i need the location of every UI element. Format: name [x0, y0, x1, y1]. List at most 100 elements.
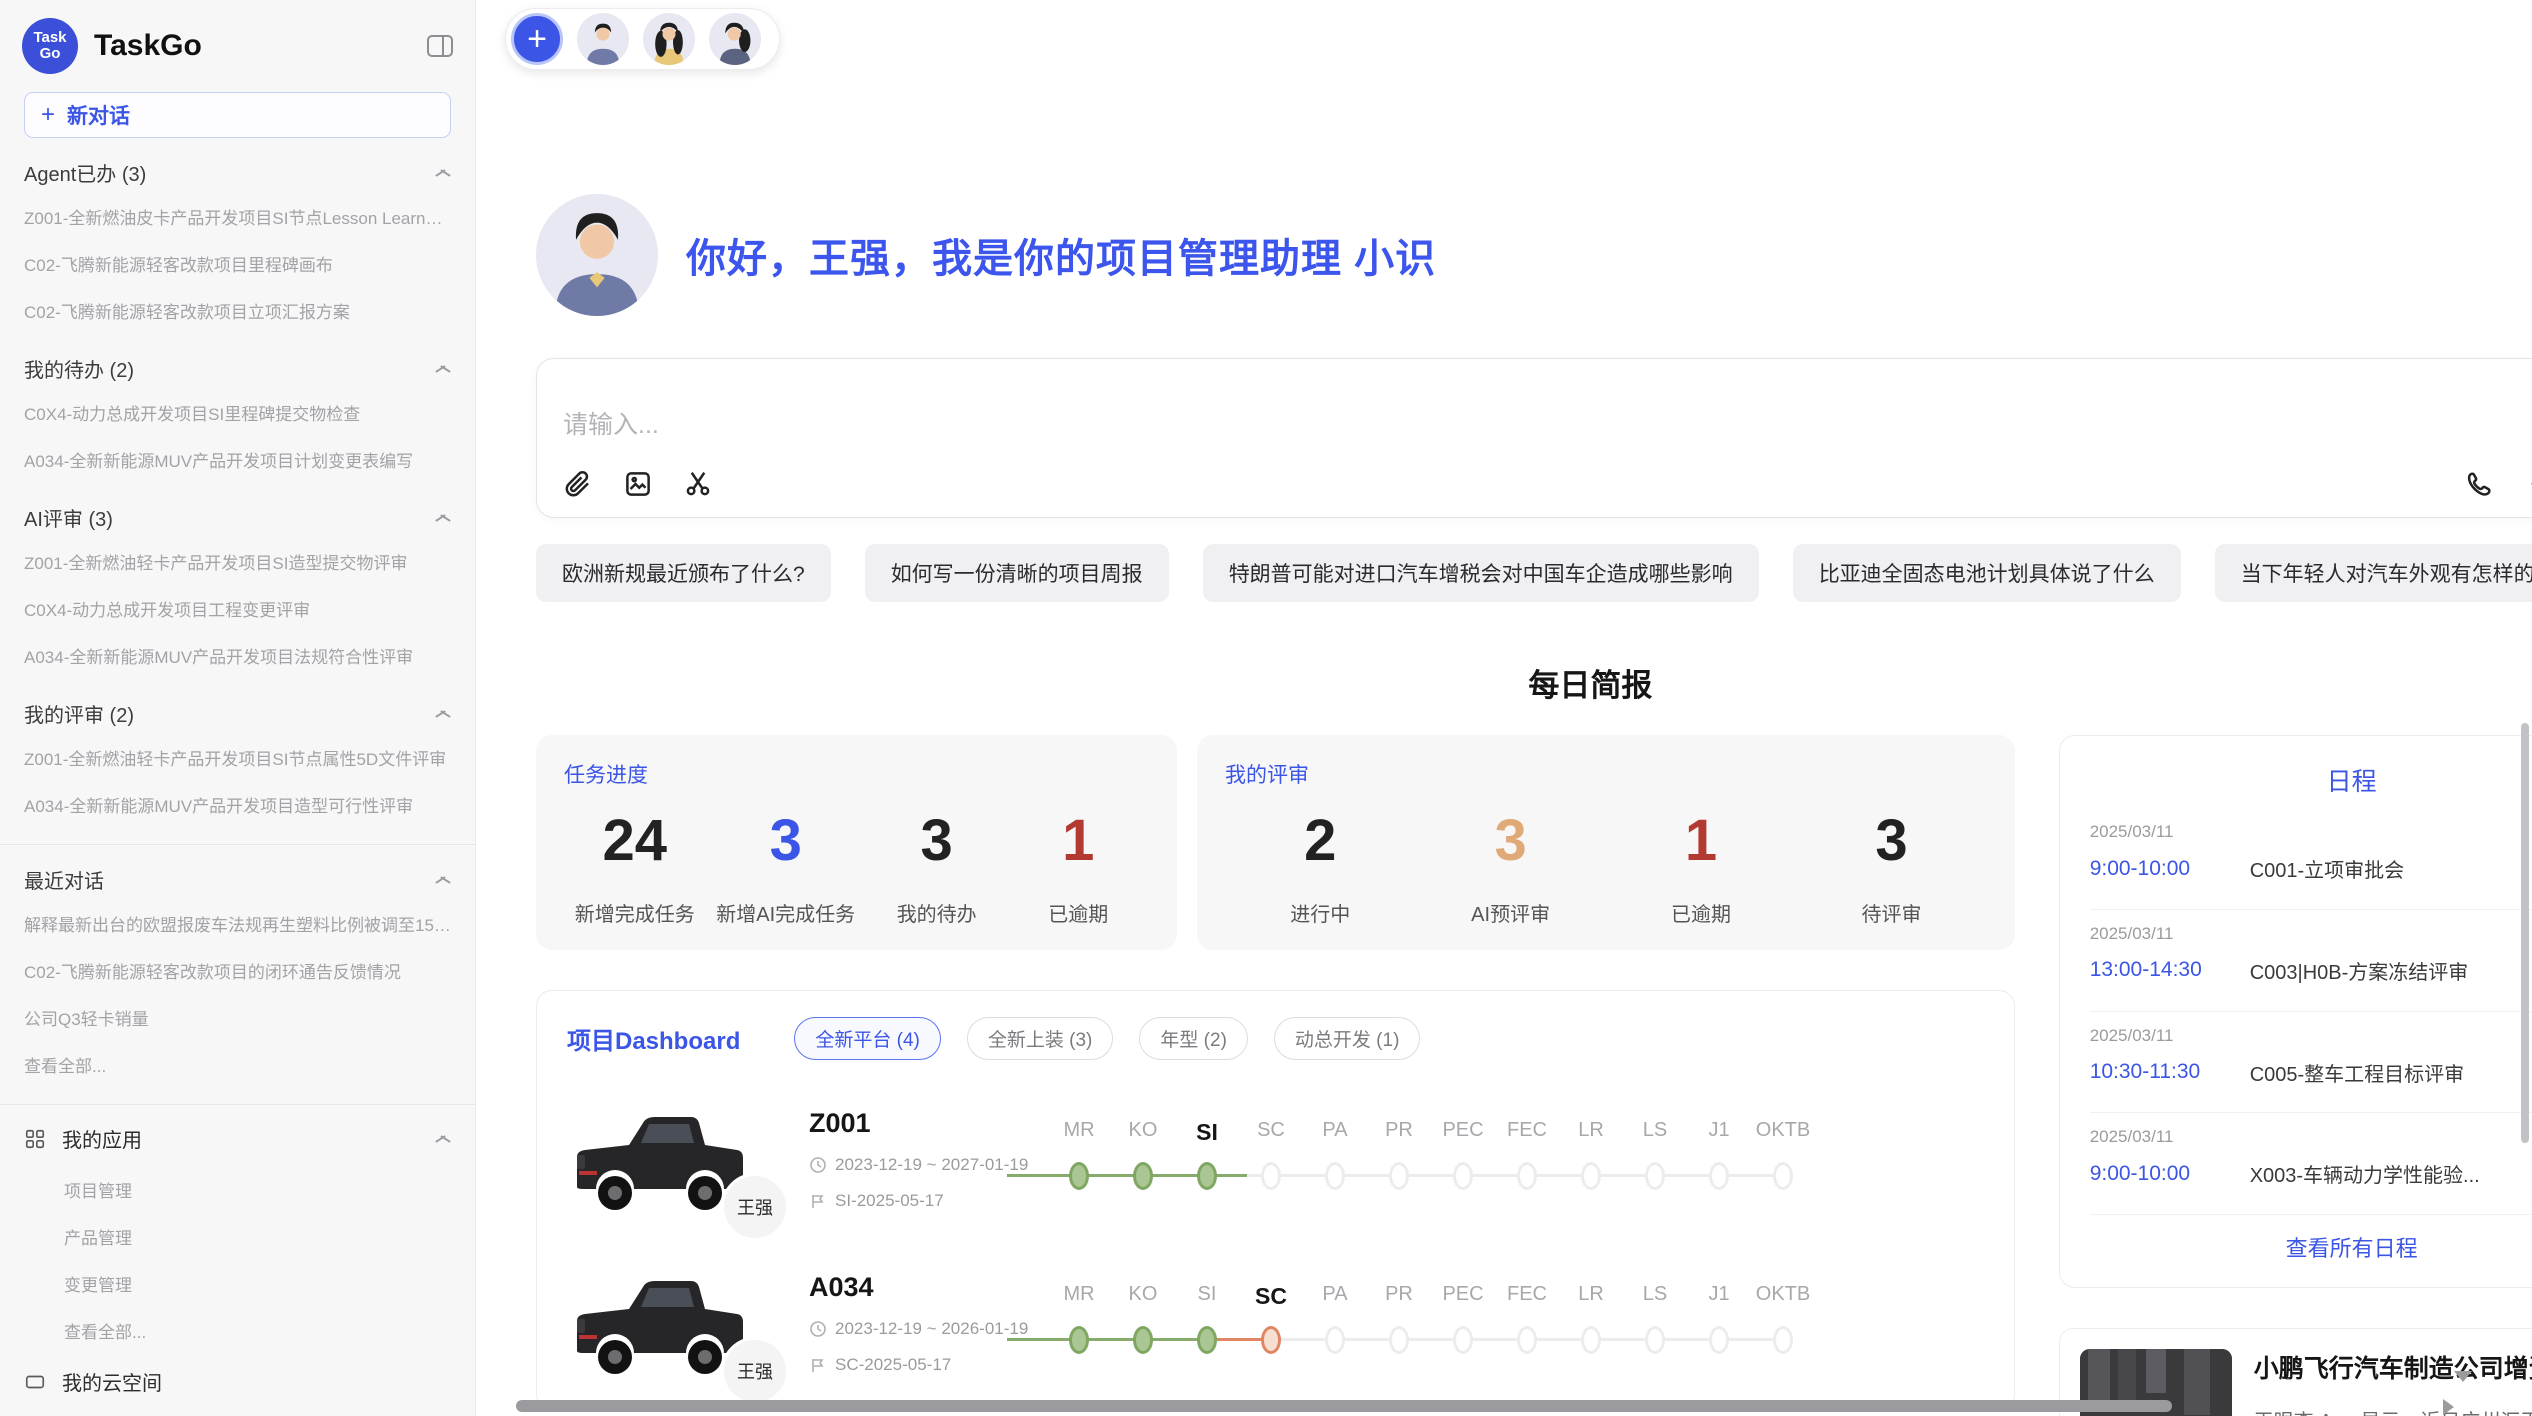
collapse-sidebar-icon[interactable] [427, 35, 453, 57]
task-progress-card: 任务进度 24新增完成任务 3新增AI完成任务 3我的待办 1已逾期 [536, 735, 1177, 950]
project-code: Z001 [809, 1108, 1047, 1139]
project-thumbnail: 王强 [567, 1095, 753, 1223]
chevron-up-icon[interactable] [435, 875, 451, 884]
divider [0, 1104, 475, 1105]
suggestion-chip[interactable]: 欧洲新规最近颁布了什么? [536, 544, 831, 602]
recent-chat-item[interactable]: 解释最新出台的欧盟报废车法规再生塑料比例被调至15%... [22, 900, 453, 947]
schedule-item: 2025/03/11 9:00-10:00 X003-车辆动力学性能验... 加… [2090, 1113, 2532, 1215]
project-info: Z001 2023-12-19 ~ 2027-01-19 SI-2025-05-… [809, 1108, 1047, 1211]
milestone-timeline: MRKOSISCPAPRPECFECLRLSJ1OKTB [1047, 1119, 1984, 1200]
scroll-down-arrow-icon[interactable] [2454, 1371, 2472, 1382]
add-assistant-button[interactable]: + [511, 13, 563, 65]
content-columns: 任务进度 24新增完成任务 3新增AI完成任务 3我的待办 1已逾期 我的评审 … [536, 735, 2532, 1416]
input-toolbar-left [563, 469, 713, 499]
sidebar-task-item[interactable]: A034-全新新能源MUV产品开发项目造型可行性评审 [22, 781, 453, 828]
greeting-title: 你好，王强，我是你的项目管理助理 小识 [686, 226, 1436, 284]
assistant-avatar-1[interactable] [577, 13, 629, 65]
section-my-todo[interactable]: 我的待办 (2) [24, 354, 451, 383]
project-owner-badge: 王强 [721, 1337, 789, 1405]
view-all-schedule-link[interactable]: 查看所有日程 [2090, 1215, 2532, 1269]
sidebar-task-item[interactable]: C0X4-动力总成开发项目工程变更评审 [22, 585, 453, 632]
greeting-block: 你好，王强，我是你的项目管理助理 小识 [536, 194, 2532, 316]
filter-new-top[interactable]: 全新上装 (3) [967, 1017, 1114, 1060]
vertical-scrollbar [2521, 0, 2529, 1416]
clock-icon [809, 1320, 827, 1338]
chevron-up-icon[interactable] [435, 168, 451, 177]
sidebar-task-item[interactable]: C0X4-动力总成开发项目SI里程碑提交物检查 [22, 389, 453, 436]
horizontal-scrollbar-thumb[interactable] [516, 1400, 2172, 1412]
project-dashboard-card: 项目Dashboard 全新平台 (4) 全新上装 (3) 年型 (2) 动总开… [536, 990, 2015, 1410]
app-title: TaskGo [94, 29, 427, 63]
stat-overdue: 1已逾期 [1018, 807, 1138, 927]
assistant-switcher: + [505, 8, 780, 70]
project-thumbnail: 王强 [567, 1259, 753, 1387]
avatar-male-icon [536, 194, 658, 316]
sidebar-task-item[interactable]: A034-全新新能源MUV产品开发项目法规符合性评审 [22, 632, 453, 679]
filter-year-model[interactable]: 年型 (2) [1139, 1017, 1248, 1060]
sidebar-task-item[interactable]: Z001-全新燃油皮卡产品开发项目SI节点Lesson Learn报告 [22, 193, 453, 240]
assistant-avatar-2[interactable] [643, 13, 695, 65]
vertical-scrollbar-thumb[interactable] [2521, 723, 2529, 1143]
suggestion-chip[interactable]: 如何写一份清晰的项目周报 [865, 544, 1169, 602]
sidebar-task-item[interactable]: Z001-全新燃油轻卡产品开发项目SI造型提交物评审 [22, 538, 453, 585]
recent-chat-item[interactable]: 公司Q3轻卡销量 [22, 994, 453, 1041]
sidebar-item-project-mgmt[interactable]: 项目管理 [22, 1166, 453, 1213]
filter-powertrain[interactable]: 动总开发 (1) [1274, 1017, 1421, 1060]
chevron-up-icon[interactable] [435, 513, 451, 522]
screenshot-scissors-icon[interactable] [683, 469, 713, 499]
project-row[interactable]: 王强 A034 2023-12-19 ~ 2026-01-19 SC-2025-… [567, 1258, 1984, 1388]
stat-overdue: 1已逾期 [1641, 807, 1761, 927]
suggestion-chip[interactable]: 当下年轻人对汽车外观有怎样的喜好趋势 [2215, 544, 2532, 602]
section-my-review[interactable]: 我的评审 (2) [24, 699, 451, 728]
plus-icon: + [41, 101, 55, 129]
stat-cards: 任务进度 24新增完成任务 3新增AI完成任务 3我的待办 1已逾期 我的评审 … [536, 735, 2015, 950]
voice-call-phone-icon[interactable] [2464, 469, 2494, 499]
sidebar-item-favorites[interactable]: 我的收藏 [22, 1409, 453, 1416]
cloud-space-icon [24, 1371, 46, 1393]
project-row[interactable]: 王强 Z001 2023-12-19 ~ 2027-01-19 SI-2025-… [567, 1094, 1984, 1224]
sidebar-item-change-mgmt[interactable]: 变更管理 [22, 1260, 453, 1307]
project-info: A034 2023-12-19 ~ 2026-01-19 SC-2025-05-… [809, 1272, 1047, 1375]
sidebar-task-item[interactable]: C02-飞腾新能源轻客改款项目里程碑画布 [22, 240, 453, 287]
dashboard-header: 项目Dashboard 全新平台 (4) 全新上装 (3) 年型 (2) 动总开… [567, 1017, 1984, 1060]
chevron-up-icon[interactable] [435, 709, 451, 718]
recent-chat-item[interactable]: C02-飞腾新能源轻客改款项目的闭环通告反馈情况 [22, 947, 453, 994]
sidebar-task-item[interactable]: A034-全新新能源MUV产品开发项目计划变更表编写 [22, 436, 453, 483]
stat-new-done: 24新增完成任务 [575, 807, 695, 927]
sidebar: Task Go TaskGo + 新对话 Agent已办 (3) Z001-全新… [0, 0, 476, 1416]
dashboard-title: 项目Dashboard [567, 1021, 740, 1056]
image-upload-icon[interactable] [623, 469, 653, 499]
logo-line2: Go [40, 46, 61, 62]
chat-input[interactable] [563, 381, 2532, 469]
sidebar-task-item[interactable]: C02-飞腾新能源轻客改款项目立项汇报方案 [22, 287, 453, 334]
sidebar-item-view-all-apps[interactable]: 查看全部... [22, 1307, 453, 1354]
avatar-female-icon [643, 13, 695, 65]
attachment-paperclip-icon[interactable] [563, 469, 593, 499]
app-logo: Task Go [22, 18, 78, 74]
recent-chat-view-all[interactable]: 查看全部... [22, 1041, 453, 1088]
sidebar-item-cloud-space[interactable]: 我的云空间 [22, 1354, 453, 1409]
apps-grid-icon [24, 1128, 46, 1150]
filter-all-new-platform[interactable]: 全新平台 (4) [794, 1017, 941, 1060]
section-ai-review[interactable]: AI评审 (3) [24, 503, 451, 532]
scroll-right-arrow-icon[interactable] [2443, 1399, 2454, 1415]
sidebar-item-my-apps[interactable]: 我的应用 [22, 1111, 453, 1166]
card-label: 任务进度 [564, 759, 1149, 789]
main-area: + 王强 你好，王强，我是你的项目管理助理 小识 [476, 0, 2532, 1416]
left-column: 任务进度 24新增完成任务 3新增AI完成任务 3我的待办 1已逾期 我的评审 … [536, 735, 2015, 1410]
section-recent-chats[interactable]: 最近对话 [24, 865, 451, 894]
chevron-up-icon[interactable] [435, 1134, 451, 1143]
daily-briefing-title: 每日简报 [1528, 668, 1652, 703]
schedule-item: 2025/03/11 13:00-14:30 C003|H0B-方案冻结评审 加… [2090, 910, 2532, 1012]
chevron-up-icon[interactable] [435, 364, 451, 373]
suggestion-chip[interactable]: 特朗普可能对进口汽车增税会对中国车企造成哪些影响 [1203, 544, 1759, 602]
project-code: A034 [809, 1272, 1047, 1303]
new-chat-button[interactable]: + 新对话 [24, 92, 451, 138]
sidebar-item-product-mgmt[interactable]: 产品管理 [22, 1213, 453, 1260]
section-agent-done[interactable]: Agent已办 (3) [24, 158, 451, 187]
stat-pending-review: 3待评审 [1831, 807, 1951, 927]
suggestion-chip[interactable]: 比亚迪全固态电池计划具体说了什么 [1793, 544, 2181, 602]
sidebar-task-item[interactable]: Z001-全新燃油轻卡产品开发项目SI节点属性5D文件评审 [22, 734, 453, 781]
assistant-avatar-3[interactable] [709, 13, 761, 65]
avatar-male-icon [577, 13, 629, 65]
